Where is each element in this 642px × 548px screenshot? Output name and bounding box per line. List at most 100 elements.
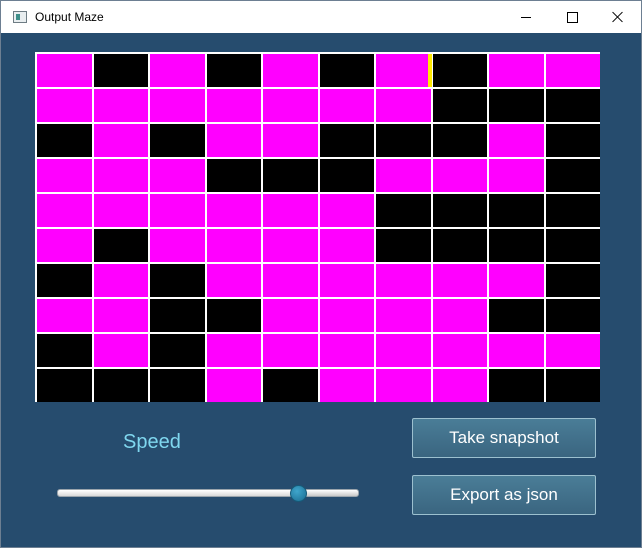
maze-wall-cell — [376, 229, 431, 262]
maze-path-cell — [263, 194, 318, 227]
maze-path-cell — [319, 369, 374, 402]
maze-wall-cell — [545, 89, 600, 122]
maze-path-cell — [489, 159, 544, 192]
maze-path-cell — [93, 159, 148, 192]
maze-path-cell — [206, 334, 261, 367]
maze-wall-cell — [319, 54, 374, 87]
maze-wall-cell — [545, 229, 600, 262]
speed-label: Speed — [123, 431, 181, 453]
maze-path-cell — [376, 264, 431, 297]
maze-path-cell — [432, 369, 487, 402]
maze-path-cell — [376, 334, 431, 367]
maze-position-marker — [427, 54, 432, 87]
maze-wall-cell — [489, 194, 544, 227]
maze-path-cell — [376, 89, 431, 122]
maximize-icon — [566, 11, 578, 23]
maze-wall-cell — [376, 194, 431, 227]
maze-wall-cell — [489, 229, 544, 262]
maze-path-cell — [93, 194, 148, 227]
maze-path-cell — [206, 89, 261, 122]
maze-wall-cell — [150, 124, 205, 157]
maze-path-cell — [93, 124, 148, 157]
maze-path-cell — [93, 264, 148, 297]
maze-path-cell — [263, 54, 318, 87]
speed-slider[interactable] — [57, 483, 359, 503]
maze-path-cell — [545, 54, 600, 87]
maze-path-cell — [263, 264, 318, 297]
maze-wall-cell — [489, 89, 544, 122]
maze-path-cell — [432, 334, 487, 367]
maze-path-cell — [150, 54, 205, 87]
maze-path-cell — [545, 334, 600, 367]
maximize-button[interactable] — [549, 1, 595, 33]
maze-path-cell — [489, 124, 544, 157]
take-snapshot-button[interactable]: Take snapshot — [412, 418, 596, 458]
maze-path-cell — [263, 89, 318, 122]
maze-path-cell — [37, 159, 92, 192]
maze-path-cell — [432, 264, 487, 297]
maze-wall-cell — [263, 159, 318, 192]
maze-wall-cell — [93, 369, 148, 402]
window-title: Output Maze — [35, 10, 104, 24]
maze-path-cell — [206, 194, 261, 227]
maze-wall-cell — [263, 369, 318, 402]
minimize-button[interactable] — [503, 1, 549, 33]
maze-wall-cell — [150, 369, 205, 402]
maze-wall-cell — [206, 54, 261, 87]
maze-wall-cell — [376, 124, 431, 157]
maze-path-cell — [319, 299, 374, 332]
close-icon — [612, 11, 624, 23]
maze-path-cell — [93, 299, 148, 332]
maze-wall-cell — [432, 229, 487, 262]
maze-wall-cell — [37, 369, 92, 402]
maze-path-cell — [150, 89, 205, 122]
maze-grid — [35, 52, 600, 402]
maze-wall-cell — [37, 124, 92, 157]
maze-wall-cell — [545, 124, 600, 157]
maze-path-cell — [206, 264, 261, 297]
maze-path-cell — [319, 229, 374, 262]
maze-path-cell — [376, 369, 431, 402]
maze-path-cell — [93, 334, 148, 367]
maze-path-cell — [319, 334, 374, 367]
maze-wall-cell — [206, 159, 261, 192]
maze-path-cell — [319, 194, 374, 227]
maze-path-cell — [150, 229, 205, 262]
maze-path-cell — [376, 54, 431, 87]
maze-wall-cell — [37, 264, 92, 297]
app-icon — [13, 11, 27, 23]
maze-path-cell — [263, 334, 318, 367]
maze-wall-cell — [150, 334, 205, 367]
maze-path-cell — [263, 229, 318, 262]
maze-wall-cell — [489, 299, 544, 332]
maze-path-cell — [206, 229, 261, 262]
maze-path-cell — [37, 89, 92, 122]
main-content: Speed Take snapshot Export as json — [1, 33, 641, 547]
maze-path-cell — [37, 229, 92, 262]
maze-path-cell — [432, 159, 487, 192]
maze-path-cell — [93, 89, 148, 122]
maze-wall-cell — [545, 369, 600, 402]
export-json-button[interactable]: Export as json — [412, 475, 596, 515]
maze-path-cell — [376, 299, 431, 332]
maze-wall-cell — [489, 369, 544, 402]
maze-wall-cell — [150, 264, 205, 297]
maze-wall-cell — [93, 54, 148, 87]
maze-wall-cell — [432, 124, 487, 157]
maze-wall-cell — [93, 229, 148, 262]
maze-wall-cell — [37, 334, 92, 367]
maze-path-cell — [206, 369, 261, 402]
maze-path-cell — [319, 264, 374, 297]
maze-wall-cell — [432, 89, 487, 122]
close-button[interactable] — [595, 1, 641, 33]
output-maze-window: Output Maze Speed Take snapshot Export a… — [0, 0, 642, 548]
slider-thumb[interactable] — [290, 485, 307, 502]
maze-wall-cell — [319, 124, 374, 157]
maze-path-cell — [319, 89, 374, 122]
minimize-icon — [521, 16, 531, 18]
maze-path-cell — [37, 299, 92, 332]
maze-path-cell — [376, 159, 431, 192]
title-bar[interactable]: Output Maze — [1, 1, 641, 33]
maze-path-cell — [489, 334, 544, 367]
maze-path-cell — [489, 54, 544, 87]
